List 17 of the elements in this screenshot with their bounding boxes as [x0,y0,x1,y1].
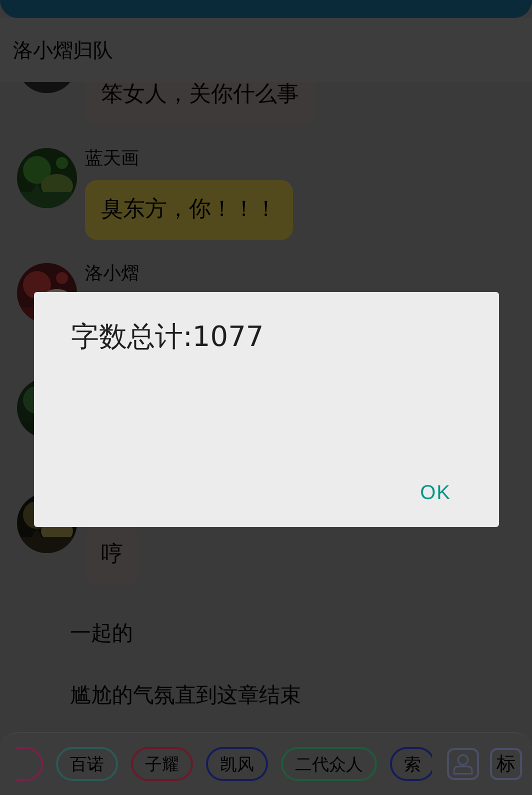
tag-chip[interactable]: 二代众人 [281,747,377,781]
label-button[interactable]: 标 [490,748,522,780]
message-bubble: 臭东方，你！！！ [85,180,293,240]
narration-text: 尴尬的气氛直到这章结束 [69,682,302,709]
message-bubble: 哼 [85,525,139,585]
tag-chip[interactable]: 子耀 [131,747,193,781]
tag-chip[interactable]: 凯风 [206,747,268,781]
sender-name: 蓝天画 [85,148,139,170]
message-bubble: 笨女人，关你什么事 [85,82,315,125]
narration-text: 一起的 [69,620,134,647]
person-button[interactable] [447,748,479,780]
dialog-message: 字数总计:1077 [71,319,265,355]
tag-chip[interactable]: 索 [390,747,432,781]
ok-button[interactable]: OK [410,474,461,513]
sender-name: 洛小熠 [85,263,139,285]
tag-chip[interactable]: 百诺 [56,747,118,781]
chapter-title: 洛小熠归队 [13,36,113,64]
